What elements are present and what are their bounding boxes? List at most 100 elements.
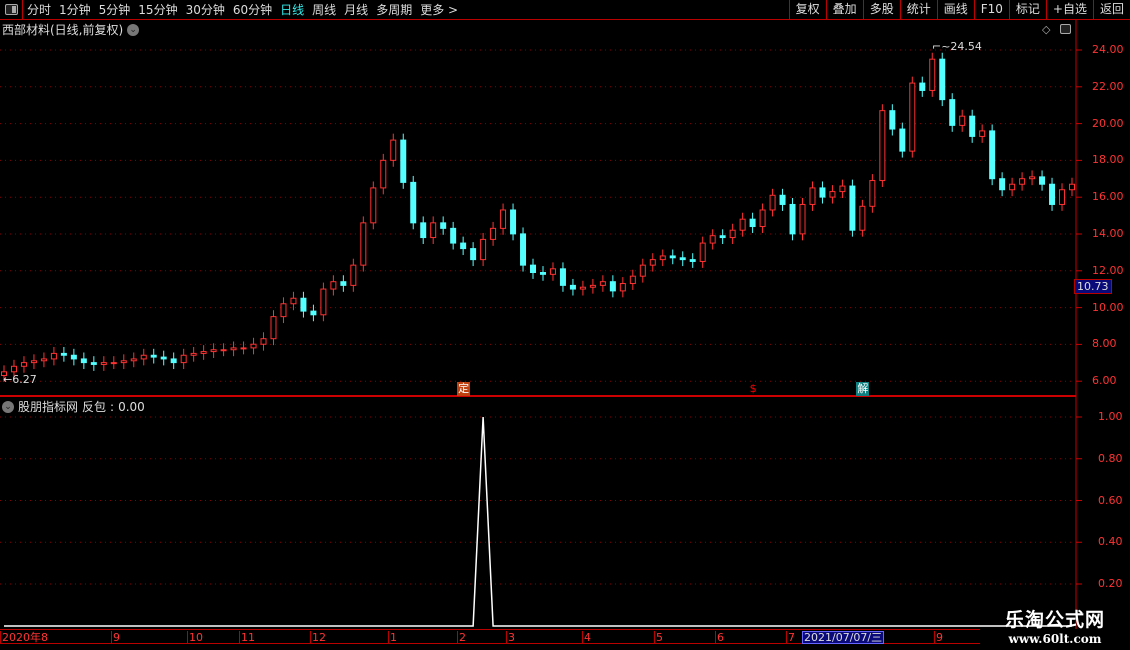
indicator-tick: 0.60 <box>1098 493 1123 507</box>
candle-body <box>450 227 457 244</box>
candle-body <box>919 82 926 91</box>
month-label: 6 <box>715 631 724 644</box>
chevron-down-icon[interactable]: ⌄ <box>2 400 14 413</box>
candle-body <box>1019 178 1026 185</box>
candle-body <box>739 218 746 231</box>
candle-body <box>539 271 546 275</box>
candle-body <box>520 233 527 266</box>
candle-body <box>839 185 846 193</box>
indicator-line <box>4 416 1072 627</box>
candle-body <box>130 358 137 362</box>
candle-body <box>370 187 377 224</box>
candle-body <box>10 365 17 373</box>
price-tick: 16.00 <box>1092 190 1124 204</box>
candle-body <box>759 209 766 228</box>
candle-body <box>310 310 317 316</box>
candle-body <box>250 343 257 349</box>
candle-body <box>819 187 826 198</box>
candle-body <box>430 222 437 239</box>
candle-body <box>80 358 87 364</box>
indicator-tick: 0.80 <box>1098 451 1123 465</box>
candle-body <box>70 354 77 360</box>
candle-body <box>460 242 467 250</box>
price-chart[interactable]: ⌐~24.54 ←6.27 <box>0 0 1130 650</box>
candle-body <box>90 362 97 365</box>
low-price-label: ←6.27 <box>3 373 37 386</box>
candle-body <box>609 281 616 292</box>
price-tick: 14.00 <box>1092 227 1124 240</box>
candle-body <box>1029 176 1036 180</box>
candle-body <box>1039 176 1046 185</box>
indicator-tick: 0.40 <box>1098 535 1123 549</box>
candle-body <box>180 354 187 364</box>
watermark-title: 乐淘公式网 <box>1004 609 1105 631</box>
month-label: 2020年8 <box>0 631 48 644</box>
month-label: 7 <box>786 631 795 644</box>
candle-body <box>60 352 67 356</box>
candle-body <box>909 82 916 152</box>
candle-body <box>749 218 756 228</box>
candle-body <box>869 180 876 207</box>
candle-body <box>40 358 47 362</box>
month-label: 9 <box>934 631 943 644</box>
candle-body <box>340 281 347 286</box>
candle-body <box>20 362 27 367</box>
candle-body <box>779 194 786 205</box>
month-label: 9 <box>111 631 120 644</box>
candle-body <box>799 203 806 235</box>
candle-body <box>619 283 626 292</box>
candle-body <box>410 181 417 224</box>
candle-body <box>989 130 996 180</box>
indicator-source: 股朋指标网 <box>18 400 79 414</box>
candle-body <box>669 255 676 259</box>
candle-body <box>849 185 856 231</box>
price-tick: 18.00 <box>1092 153 1124 167</box>
candle-body <box>200 351 207 354</box>
candle-body <box>709 235 716 244</box>
candle-body <box>959 115 966 126</box>
cursor-date: 2021/07/07/三 <box>802 631 885 644</box>
candle-body <box>1069 183 1075 191</box>
candle-body <box>1049 183 1056 205</box>
candle-body <box>260 338 267 345</box>
month-label: 10 <box>187 631 203 644</box>
signal-marker: $ <box>749 382 757 395</box>
candle-body <box>230 347 237 351</box>
price-tick: 10.00 <box>1092 300 1124 314</box>
candle-body <box>290 297 297 305</box>
candle-body <box>400 139 407 183</box>
month-label: 5 <box>654 631 663 644</box>
candle-body <box>530 264 537 273</box>
candle-body <box>769 194 776 211</box>
watermark: 乐淘公式网 www.60lt.com <box>980 605 1130 646</box>
candle-body <box>859 205 866 231</box>
candle-body <box>979 130 986 137</box>
candle-body <box>330 281 337 290</box>
price-tick: 6.00 <box>1092 374 1117 388</box>
indicator-title[interactable]: ⌄ 股朋指标网 反包: 0.00 <box>2 398 145 415</box>
candle-body <box>360 222 367 266</box>
candle-body <box>160 356 167 360</box>
indicator-tick: 1.00 <box>1098 410 1123 423</box>
candle-body <box>490 227 497 240</box>
candle-body <box>689 259 696 262</box>
candle-body <box>879 110 886 182</box>
month-label: 12 <box>310 631 326 644</box>
candle-body <box>500 209 507 229</box>
candle-body <box>30 360 37 364</box>
high-price-label: ⌐~24.54 <box>932 40 982 53</box>
indicator-name: 反包 <box>82 400 107 414</box>
signal-marker: 解 <box>856 382 870 396</box>
watermark-url: www.60lt.com <box>1008 632 1102 646</box>
candle-body <box>170 358 177 364</box>
candle-body <box>1059 189 1066 205</box>
candle-body <box>559 268 566 286</box>
month-label: 2 <box>457 631 466 644</box>
candle-body <box>1009 183 1016 191</box>
candle-body <box>809 187 816 205</box>
indicator-tick: 0.20 <box>1098 577 1123 590</box>
candle-body <box>639 264 646 277</box>
price-tick: 20.00 <box>1092 116 1124 130</box>
candle-body <box>589 284 596 288</box>
candle-body <box>470 248 477 261</box>
